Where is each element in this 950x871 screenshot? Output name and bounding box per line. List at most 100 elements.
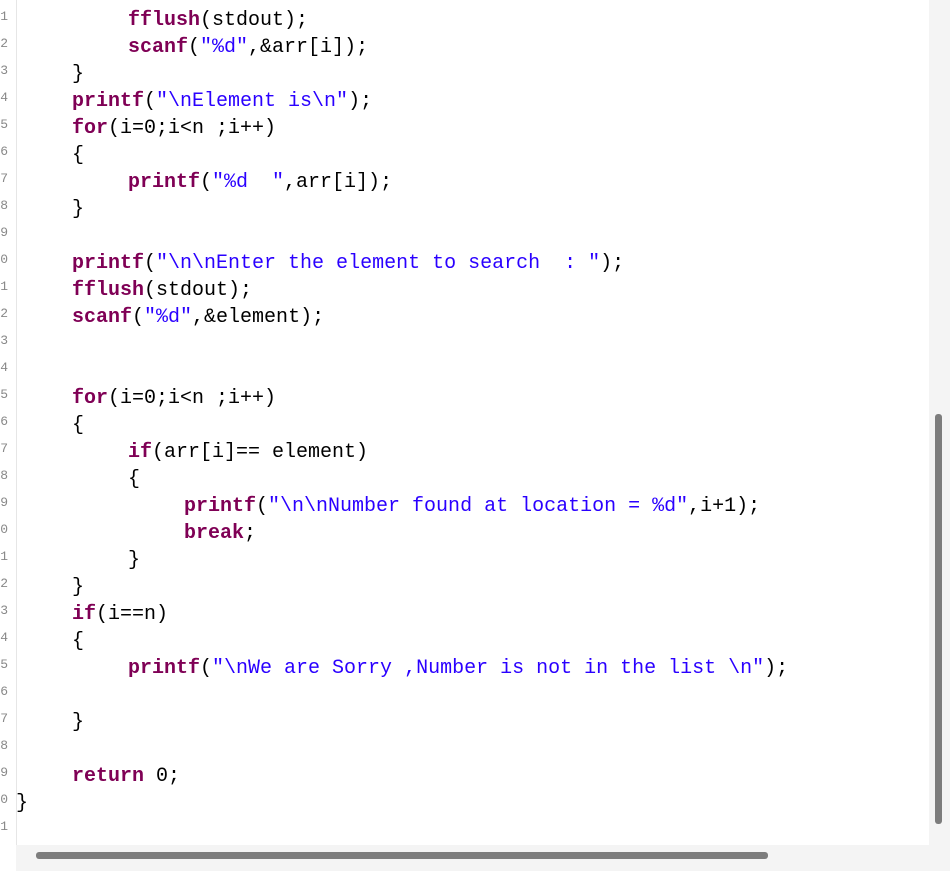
function-token: scanf: [128, 36, 189, 59]
line-number: 9: [0, 490, 8, 517]
line-number: 1: [0, 814, 8, 841]
function-token: printf: [72, 90, 145, 113]
line-number-text: 6: [0, 144, 8, 159]
line-number: 5: [0, 652, 8, 679]
line-number: 4: [0, 625, 8, 652]
line-number: 6: [0, 139, 8, 166]
code-line[interactable]: }: [72, 574, 84, 601]
code-token: );: [348, 90, 373, 113]
line-number: 2: [0, 31, 8, 58]
line-number: 6: [0, 409, 8, 436]
line-number-text: 7: [0, 171, 8, 186]
code-line[interactable]: printf("\n\nEnter the element to search …: [72, 250, 624, 277]
line-number-text: 8: [0, 198, 8, 213]
code-line[interactable]: {: [72, 142, 84, 169]
code-token: ;: [244, 522, 257, 545]
code-token: {: [72, 144, 85, 167]
function-token: printf: [128, 171, 201, 194]
code-editor[interactable]: 1234567890123456789012345678901 fflush(s…: [0, 0, 950, 871]
line-number-text: 6: [0, 684, 8, 699]
code-token: 0;: [144, 765, 181, 788]
line-number-text: 5: [0, 657, 8, 672]
code-line[interactable]: }: [72, 196, 84, 223]
keyword-token: for: [72, 387, 109, 410]
function-token: printf: [72, 252, 145, 275]
line-number-text: 1: [0, 9, 8, 24]
code-token: (i=0;i<n ;i++): [108, 387, 277, 410]
code-token: }: [72, 576, 85, 599]
line-number: 1: [0, 274, 8, 301]
code-line[interactable]: for(i=0;i<n ;i++): [72, 115, 276, 142]
line-number-text: 2: [0, 36, 8, 51]
code-line[interactable]: scanf("%d",&arr[i]);: [128, 34, 368, 61]
line-number-text: 6: [0, 414, 8, 429]
code-line[interactable]: }: [72, 709, 84, 736]
line-number: 5: [0, 382, 8, 409]
line-number-text: 8: [0, 468, 8, 483]
line-number: 7: [0, 166, 8, 193]
string-token: "\n\nEnter the element to search : ": [156, 252, 601, 275]
code-token: (i=0;i<n ;i++): [108, 117, 277, 140]
code-line[interactable]: }: [72, 61, 84, 88]
line-number: 3: [0, 58, 8, 85]
line-number-text: 3: [0, 603, 8, 618]
code-line[interactable]: {: [128, 466, 140, 493]
code-token: }: [72, 711, 85, 734]
vertical-scrollbar-thumb[interactable]: [935, 414, 942, 824]
code-line[interactable]: if(i==n): [72, 601, 168, 628]
line-number-text: 0: [0, 792, 8, 807]
line-number-text: 0: [0, 522, 8, 537]
line-number-text: 5: [0, 117, 8, 132]
string-token: "%d": [144, 306, 193, 329]
horizontal-scrollbar-thumb[interactable]: [36, 852, 768, 859]
line-number: 3: [0, 328, 8, 355]
code-token: (: [200, 171, 213, 194]
code-line[interactable]: break;: [184, 520, 256, 547]
line-number-text: 9: [0, 765, 8, 780]
line-number: 0: [0, 247, 8, 274]
code-token: (arr[i]== element): [152, 441, 369, 464]
code-token: );: [764, 657, 789, 680]
function-token: printf: [184, 495, 257, 518]
keyword-token: break: [184, 522, 245, 545]
code-line[interactable]: fflush(stdout);: [128, 7, 308, 34]
code-line[interactable]: printf("%d ",arr[i]);: [128, 169, 392, 196]
line-number: 6: [0, 679, 8, 706]
code-line[interactable]: printf("\nElement is\n");: [72, 88, 372, 115]
line-number-text: 0: [0, 252, 8, 267]
line-number: 1: [0, 544, 8, 571]
code-line[interactable]: fflush(stdout);: [72, 277, 252, 304]
keyword-token: for: [72, 117, 109, 140]
code-line[interactable]: return 0;: [72, 763, 180, 790]
line-number: 3: [0, 598, 8, 625]
code-line[interactable]: scanf("%d",&element);: [72, 304, 324, 331]
code-line[interactable]: {: [72, 628, 84, 655]
line-number: 5: [0, 112, 8, 139]
line-number-text: 5: [0, 387, 8, 402]
line-number-text: 1: [0, 549, 8, 564]
line-number: 7: [0, 436, 8, 463]
code-token: }: [128, 549, 141, 572]
line-number-text: 7: [0, 441, 8, 456]
code-line[interactable]: }: [128, 547, 140, 574]
code-token: (stdout);: [144, 279, 253, 302]
code-area[interactable]: fflush(stdout); scanf("%d",&arr[i]);} prin…: [16, 0, 928, 845]
line-number-text: 8: [0, 738, 8, 753]
line-number: 9: [0, 220, 8, 247]
line-number: 2: [0, 301, 8, 328]
code-token: ,&arr[i]);: [248, 36, 369, 59]
code-line[interactable]: }: [16, 790, 28, 817]
function-token: fflush: [72, 279, 145, 302]
code-line[interactable]: printf("\nWe are Sorry ,Number is not in…: [128, 655, 788, 682]
code-line[interactable]: if(arr[i]== element): [128, 439, 368, 466]
line-number: 4: [0, 85, 8, 112]
code-token: (: [188, 36, 201, 59]
line-number-text: 9: [0, 225, 8, 240]
line-number: 8: [0, 193, 8, 220]
line-number: 0: [0, 517, 8, 544]
code-token: {: [128, 468, 141, 491]
code-line[interactable]: printf("\n\nNumber found at location = %…: [184, 493, 760, 520]
keyword-token: if: [128, 441, 153, 464]
code-line[interactable]: for(i=0;i<n ;i++): [72, 385, 276, 412]
code-line[interactable]: {: [72, 412, 84, 439]
